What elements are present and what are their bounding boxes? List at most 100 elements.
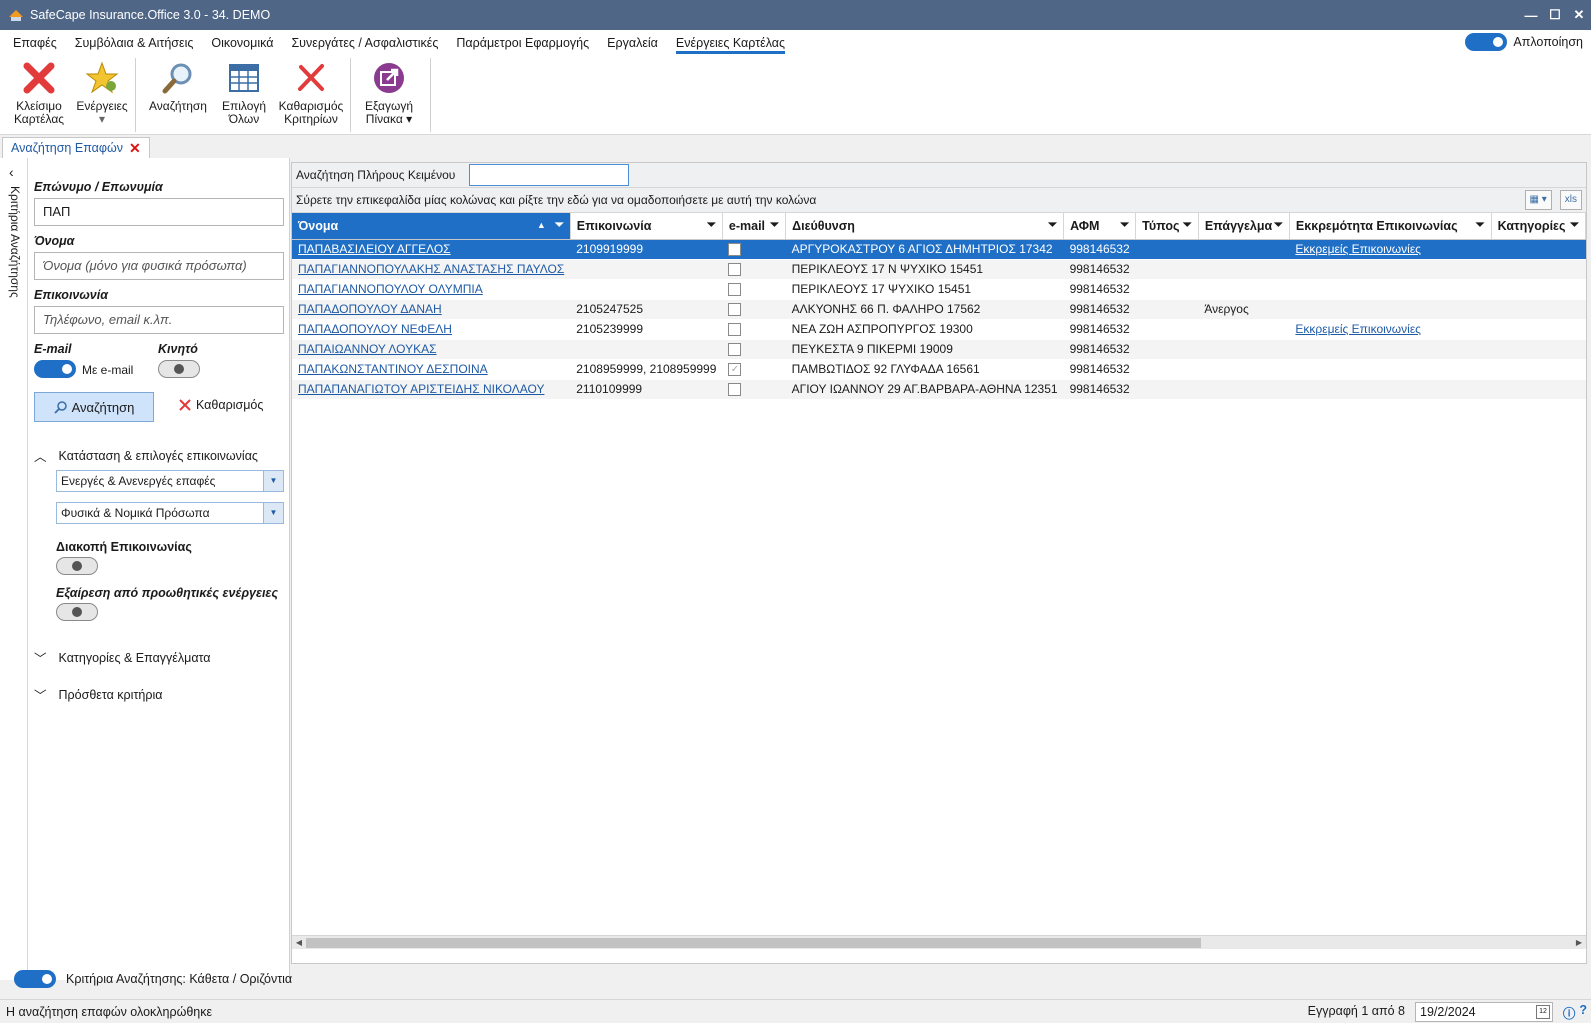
contact-link[interactable]: ΠΑΠΑΙΩΑΝΝΟΥ ΛΟΥΚΑΣ xyxy=(298,342,437,356)
menu-contacts[interactable]: Επαφές xyxy=(4,30,66,56)
collapse-arrow-icon[interactable]: ‹ xyxy=(9,164,14,180)
date-picker[interactable]: 19/2/2024 12 xyxy=(1415,1002,1553,1022)
menu-financial[interactable]: Οικονομικά xyxy=(202,30,282,56)
column-header-contact[interactable]: Επικοινωνία ⏷ xyxy=(570,213,723,240)
filter-icon[interactable]: ⏷ xyxy=(1476,219,1485,232)
export-table-button[interactable]: Εξαγωγή Πίνακα ▾ xyxy=(358,60,420,126)
info-icon[interactable]: ⓘ xyxy=(1563,1003,1576,1022)
column-header-afm[interactable]: ΑΦΜ ⏷ xyxy=(1063,213,1137,240)
pending-link[interactable]: Εκκρεμείς Επικοινωνίες xyxy=(1295,322,1421,336)
column-header-pending[interactable]: Εκκρεμότητα Επικοινωνίας ⏷ xyxy=(1289,213,1492,240)
cell-name[interactable]: ΠΑΠΑΓΙΑΝΝΟΠΟΥΛΑΚΗΣ ΑΝΑΣΤΑΣΗΣ ΠΑΥΛΟΣ xyxy=(292,259,571,280)
status-section-header[interactable]: ︿ Κατάσταση & επιλογές επικοινωνίας xyxy=(34,446,258,465)
name-input[interactable]: Όνομα (μόνο για φυσικά πρόσωπα) xyxy=(34,252,284,280)
help-icon[interactable]: ? xyxy=(1579,1003,1587,1022)
contact-link[interactable]: ΠΑΠΑΒΑΣΙΛΕΙΟΥ ΑΓΓΕΛΟΣ xyxy=(298,242,451,256)
contact-link[interactable]: ΠΑΠΑΓΙΑΝΝΟΠΟΥΛΟΥ ΟΛΥΜΠΙΑ xyxy=(298,282,483,296)
cell-name[interactable]: ΠΑΠΑΚΩΝΣΤΑΝΤΙΝΟΥ ΔΕΣΠΟΙΝΑ xyxy=(292,359,571,380)
table-row[interactable]: ΠΑΠΑΙΩΑΝΝΟΥ ΛΟΥΚΑΣ ΠΕΥΚΕΣΤΑ 9 ΠΙΚΕΡΜΙ 190… xyxy=(292,339,1586,360)
filter-icon[interactable]: ⏷ xyxy=(1274,219,1283,232)
status-combo[interactable]: Ενεργές & Ανενεργές επαφές ▼ xyxy=(56,470,284,492)
column-header-address[interactable]: Διεύθυνση ⏷ xyxy=(785,213,1065,240)
close-window-button[interactable]: ✕ xyxy=(1567,0,1591,30)
cell-name[interactable]: ΠΑΠΑΒΑΣΙΛΕΙΟΥ ΑΓΓΕΛΟΣ xyxy=(292,239,571,260)
extra-criteria-section-header[interactable]: ﹀ Πρόσθετα κριτήρια xyxy=(34,685,162,704)
exclude-promo-toggle[interactable] xyxy=(56,603,98,621)
menu-partners[interactable]: Συνεργάτες / Ασφαλιστικές xyxy=(282,30,447,56)
fulltext-search-input[interactable] xyxy=(469,164,630,186)
email-checkbox[interactable]: ✓ xyxy=(728,363,742,377)
menu-tools[interactable]: Εργαλεία xyxy=(598,30,667,56)
contact-link[interactable]: ΠΑΠΑΚΩΝΣΤΑΝΤΙΝΟΥ ΔΕΣΠΟΙΝΑ xyxy=(298,362,488,376)
categories-section-header[interactable]: ﹀ Κατηγορίες & Επαγγέλματα xyxy=(34,648,211,667)
cell-name[interactable]: ΠΑΠΑΠΑΝΑΓΙΩΤΟΥ ΑΡΙΣΤΕΙΔΗΣ ΝΙΚΟΛΑΟΥ xyxy=(292,379,571,400)
scroll-right-icon[interactable]: ▶ xyxy=(1572,936,1586,950)
cell-name[interactable]: ΠΑΠΑΔΟΠΟΥΛΟΥ ΔΑΝΑΗ xyxy=(292,299,571,320)
export-excel-icon[interactable]: xls xyxy=(1559,190,1582,210)
clear-button[interactable]: Καθαρισμός xyxy=(178,398,263,412)
filter-icon[interactable]: ⏷ xyxy=(1183,219,1192,232)
table-row[interactable]: ΠΑΠΑΒΑΣΙΛΕΙΟΥ ΑΓΓΕΛΟΣ 2109919999 ΑΡΓΥΡΟΚΑΣ… xyxy=(292,239,1586,260)
menu-parameters[interactable]: Παράμετροι Εφαρμογής xyxy=(447,30,598,56)
pending-link[interactable]: Εκκρεμείς Επικοινωνίες xyxy=(1295,242,1421,256)
email-checkbox[interactable] xyxy=(728,343,742,357)
contact-link[interactable]: ΠΑΠΑΔΟΠΟΥΛΟΥ ΔΑΝΑΗ xyxy=(298,302,442,316)
horizontal-scrollbar[interactable]: ◀ ▶ xyxy=(292,935,1586,949)
select-all-button[interactable]: Επιλογή Όλων xyxy=(216,60,272,126)
scroll-left-icon[interactable]: ◀ xyxy=(292,936,306,950)
group-panel[interactable]: Σύρετε την επικεφαλίδα μίας κολώνας και … xyxy=(292,188,1586,213)
contact-link[interactable]: ΠΑΠΑΠΑΝΑΓΙΩΤΟΥ ΑΡΙΣΤΕΙΔΗΣ ΝΙΚΟΛΑΟΥ xyxy=(298,382,544,396)
surname-input[interactable]: ΠΑΠ xyxy=(34,198,284,226)
dropdown-arrow-icon[interactable]: ▼ xyxy=(263,471,283,491)
minimize-button[interactable]: — xyxy=(1519,0,1543,30)
filter-icon[interactable]: ⏷ xyxy=(1120,219,1129,232)
clear-criteria-button[interactable]: Καθαρισμός Κριτηρίων xyxy=(276,60,346,126)
email-checkbox[interactable] xyxy=(728,303,742,317)
cell-name[interactable]: ΠΑΠΑΓΙΑΝΝΟΠΟΥΛΟΥ ΟΛΥΜΠΙΑ xyxy=(292,279,571,300)
contact-input[interactable]: Τηλέφωνο, email κ.λπ. xyxy=(34,306,284,334)
cell-name[interactable]: ΠΑΠΑΙΩΑΝΝΟΥ ΛΟΥΚΑΣ xyxy=(292,339,571,360)
filter-icon[interactable]: ⏷ xyxy=(1048,219,1057,232)
simplify-toggle[interactable] xyxy=(1465,33,1508,51)
criteria-side-label[interactable]: Κριτήρια Αναζήτησης xyxy=(8,186,22,298)
table-row[interactable]: ΠΑΠΑΚΩΝΣΤΑΝΤΙΝΟΥ ΔΕΣΠΟΙΝΑ 2108959999, 210… xyxy=(292,359,1586,380)
search-ribbon-button[interactable]: Αναζήτηση xyxy=(146,60,210,113)
column-chooser-icon[interactable]: ▦ ▾ xyxy=(1524,190,1552,210)
email-checkbox[interactable] xyxy=(728,323,742,337)
column-header-type[interactable]: Τύπος ⏷ xyxy=(1135,213,1199,240)
filter-icon[interactable]: ⏷ xyxy=(1570,219,1579,232)
column-header-email[interactable]: e-mail ⏷ xyxy=(722,213,787,240)
person-type-combo[interactable]: Φυσικά & Νομικά Πρόσωπα ▼ xyxy=(56,502,284,524)
table-row[interactable]: ΠΑΠΑΠΑΝΑΓΙΩΤΟΥ ΑΡΙΣΤΕΙΔΗΣ ΝΙΚΟΛΑΟΥ 211010… xyxy=(292,379,1586,400)
email-checkbox[interactable] xyxy=(728,383,742,397)
column-header-profession[interactable]: Επάγγελμα ⏷ xyxy=(1198,213,1290,240)
table-row[interactable]: ΠΑΠΑΓΙΑΝΝΟΠΟΥΛΑΚΗΣ ΑΝΑΣΤΑΣΗΣ ΠΑΥΛΟΣ ΠΕΡΙΚ… xyxy=(292,259,1586,280)
dropdown-arrow-icon[interactable]: ▼ xyxy=(263,503,283,523)
filter-icon[interactable]: ⏷ xyxy=(555,219,564,232)
menu-tab-actions[interactable]: Ενέργειες Καρτέλας xyxy=(667,30,794,56)
menu-policies[interactable]: Συμβόλαια & Αιτήσεις xyxy=(66,30,203,56)
table-row[interactable]: ΠΑΠΑΔΟΠΟΥΛΟΥ ΝΕΦΕΛΗ 2105239999 ΝΕΑ ΖΩΗ ΑΣΠ… xyxy=(292,319,1586,340)
email-checkbox[interactable] xyxy=(728,243,742,257)
actions-button[interactable]: Ενέργειες ▾ xyxy=(72,60,132,126)
close-tab-icon[interactable]: ✕ xyxy=(129,140,141,157)
cell-name[interactable]: ΠΑΠΑΔΟΠΟΥΛΟΥ ΝΕΦΕΛΗ xyxy=(292,319,571,340)
filter-icon[interactable]: ⏷ xyxy=(707,219,716,232)
column-header-categories[interactable]: Κατηγορίες ⏷ xyxy=(1491,213,1587,240)
close-tab-button[interactable]: Κλείσιμο Καρτέλας xyxy=(10,60,68,126)
column-header-name[interactable]: Όνομα ▲ ⏷ xyxy=(292,213,571,240)
calendar-icon[interactable]: 12 xyxy=(1536,1005,1550,1019)
maximize-button[interactable]: ☐ xyxy=(1543,0,1567,30)
tab-contact-search[interactable]: Αναζήτηση Επαφών ✕ xyxy=(2,137,150,158)
search-button[interactable]: Αναζήτηση xyxy=(34,392,154,422)
email-checkbox[interactable] xyxy=(728,283,742,297)
stop-comm-toggle[interactable] xyxy=(56,557,98,575)
table-row[interactable]: ΠΑΠΑΓΙΑΝΝΟΠΟΥΛΟΥ ΟΛΥΜΠΙΑ ΠΕΡΙΚΛΕΟΥΣ 17 ΨΥ… xyxy=(292,279,1586,300)
layout-toggle[interactable] xyxy=(14,970,56,988)
scroll-thumb[interactable] xyxy=(306,938,1201,948)
email-toggle[interactable] xyxy=(34,360,76,378)
filter-icon[interactable]: ⏷ xyxy=(770,219,779,232)
email-checkbox[interactable] xyxy=(728,263,742,277)
contact-link[interactable]: ΠΑΠΑΔΟΠΟΥΛΟΥ ΝΕΦΕΛΗ xyxy=(298,322,452,336)
table-row[interactable]: ΠΑΠΑΔΟΠΟΥΛΟΥ ΔΑΝΑΗ 2105247525 ΑΛΚΥΟΝΗΣ 66 … xyxy=(292,299,1586,320)
